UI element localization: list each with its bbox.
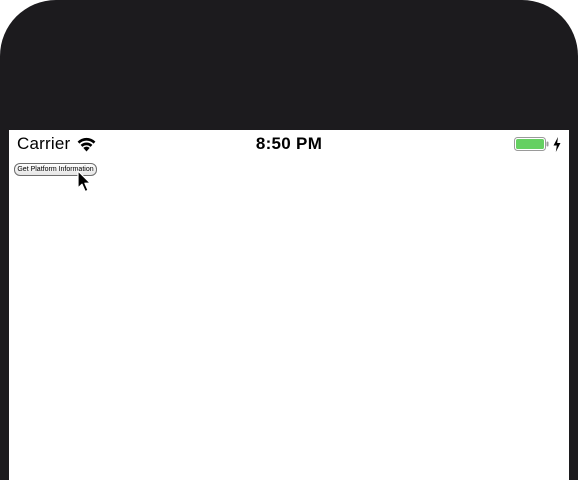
charging-bolt-icon (553, 136, 561, 152)
app-screen: Carrier 8:50 PM Get Platform Information (9, 130, 569, 480)
status-time: 8:50 PM (255, 134, 323, 153)
arrow-pointer-icon (77, 170, 91, 193)
battery-icon (514, 137, 549, 151)
status-bar: Carrier 8:50 PM (9, 130, 569, 158)
battery-group (514, 136, 561, 152)
device-frame: Carrier 8:50 PM Get Platform Information (0, 0, 578, 480)
